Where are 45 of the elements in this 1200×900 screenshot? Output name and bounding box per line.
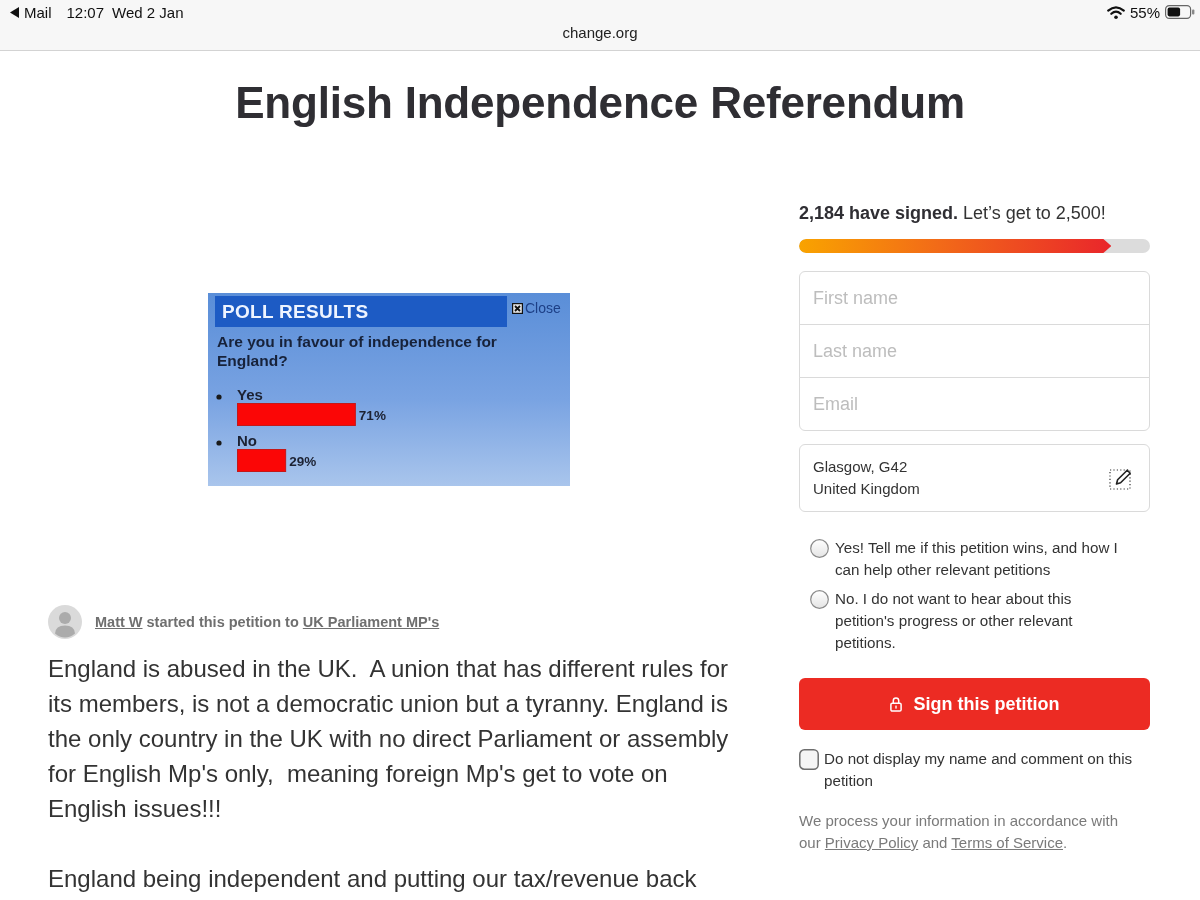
sign-petition-button[interactable]: Sign this petition — [799, 678, 1150, 730]
battery-percent: 55% — [1129, 3, 1160, 21]
first-name-field[interactable]: First name — [799, 271, 1150, 325]
bullet-icon — [216, 394, 222, 400]
battery-icon — [1165, 5, 1195, 19]
back-icon — [10, 6, 19, 18]
poll-percentage: 71% — [358, 408, 386, 423]
radio-button[interactable] — [810, 590, 829, 609]
petition-starter-text: Matt W started this petition to UK Parliament MP's — [95, 613, 440, 631]
privacy-notice: We process your information in accordance with our Privacy Policy and Terms of Service. — [799, 811, 1120, 853]
radio-button[interactable] — [810, 539, 829, 558]
close-icon — [512, 302, 523, 314]
wifi-icon — [1106, 5, 1125, 19]
option-label: No. I do not want to hear about this petition's progress or other relevant petitions. — [835, 589, 1074, 653]
clock-time: 12:07 — [66, 3, 105, 21]
page-address: change.org — [562, 24, 638, 42]
option-label: Yes! Tell me if this petition wins, and how I can help other relevant petitions — [835, 538, 1119, 580]
checkbox[interactable] — [799, 749, 819, 770]
terms-of-service-link[interactable]: Terms of Service — [951, 834, 1063, 851]
pencil-icon[interactable] — [1109, 467, 1133, 491]
poll-title: POLL RESULTS — [215, 296, 507, 327]
signature-count-text: 2,184 have signed. Let’s get to 2,500! — [799, 202, 1107, 225]
privacy-policy-link[interactable]: Privacy Policy — [824, 834, 919, 851]
close-button[interactable]: Close — [512, 300, 561, 316]
poll-question: Are you in favour of independence for England? — [217, 332, 498, 370]
back-button[interactable]: Mail — [10, 3, 52, 21]
avatar-icon — [48, 605, 82, 639]
date-text: Wed 2 Jan — [112, 3, 184, 21]
starter-name-link[interactable]: Matt W — [95, 614, 143, 630]
location-box[interactable]: Glasgow, G42 United Kingdom — [799, 444, 1150, 512]
last-name-field[interactable]: Last name — [799, 324, 1150, 378]
location-text: United Kingdom — [813, 479, 920, 499]
bullet-icon — [216, 440, 222, 446]
poll-bar — [237, 449, 287, 472]
petition-title: English Independence Referendum — [235, 77, 965, 129]
petition-paragraph: England being independent and putting our tax/revenue back — [48, 864, 698, 894]
poll-option-label: Yes — [237, 386, 263, 403]
email-field[interactable]: Email — [799, 377, 1150, 431]
recipient-link[interactable]: UK Parliament MP's — [302, 614, 440, 630]
location-text: Glasgow, G42 — [813, 457, 909, 477]
poll-option-label: No — [237, 432, 257, 449]
petition-paragraph: England is abused in the UK. A union that has different rules for its members, is not a democratic union but a tyranny. England is the only country in the UK with no direct Parliament or assembly for English Mp's only, meaning foreign Mp's get to vote on English issues!!! — [48, 654, 730, 824]
poll-percentage: 29% — [289, 454, 317, 469]
checkbox-label: Do not display my name and comment on this petition — [824, 749, 1134, 791]
lock-icon — [889, 696, 902, 712]
